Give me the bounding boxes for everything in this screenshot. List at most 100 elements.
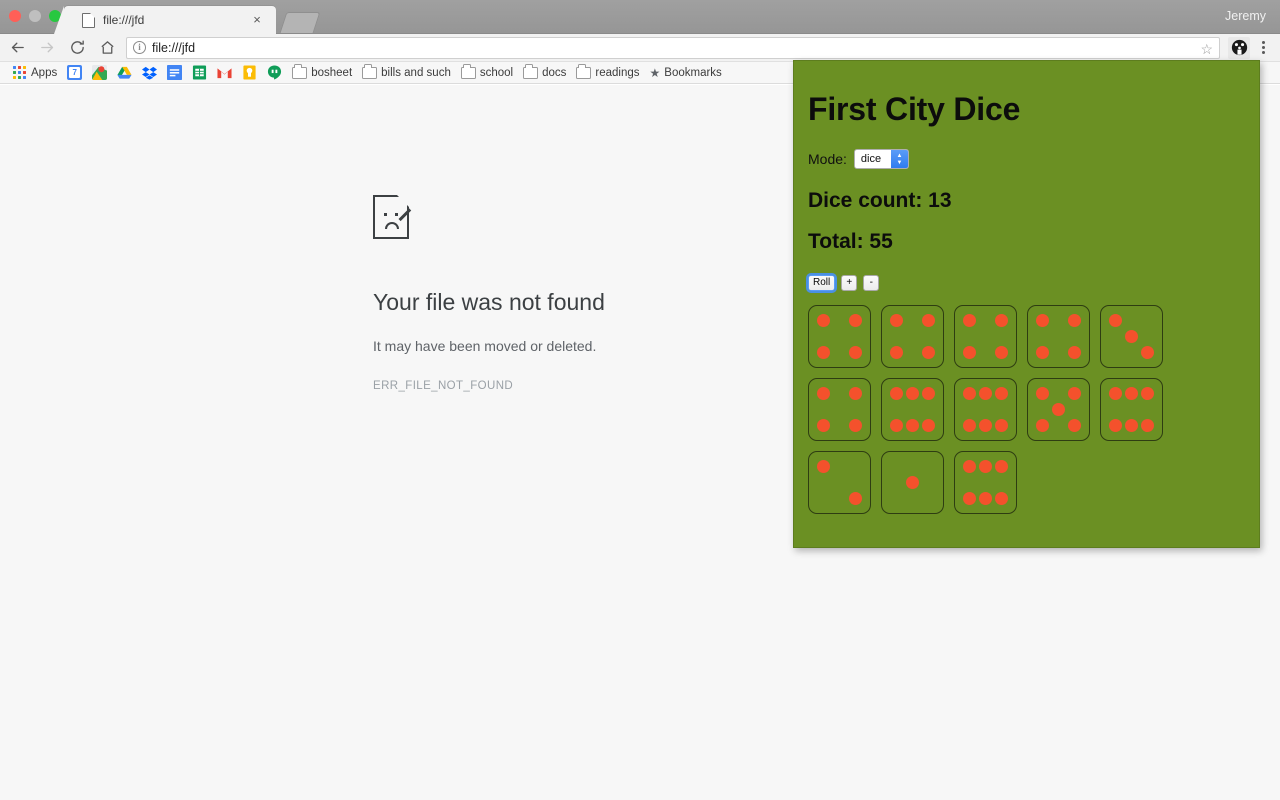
browser-menu-button[interactable] — [1252, 36, 1274, 60]
die-pip — [905, 475, 919, 489]
bookmark-google-maps[interactable] — [87, 63, 112, 83]
die-pip — [1141, 346, 1155, 360]
mode-select-value: dice — [860, 153, 882, 165]
dropbox-icon — [142, 65, 158, 80]
folder-icon — [576, 64, 592, 79]
bookmark-folder-bosheet[interactable]: bosheet — [287, 63, 357, 83]
bookmark-label: bills and such — [381, 66, 451, 79]
close-window-button[interactable] — [9, 10, 21, 22]
bookmark-label: docs — [542, 66, 567, 79]
die-pip — [962, 313, 976, 327]
bookmark-folder-school[interactable]: school — [456, 63, 518, 83]
die-pip — [1124, 419, 1138, 433]
reload-button[interactable] — [64, 35, 90, 61]
bookmark-folder-bills-and-such[interactable]: bills and such — [357, 63, 456, 83]
die-pip — [849, 386, 863, 400]
die-pip — [1124, 329, 1138, 343]
controls-row: Roll + - — [805, 273, 1259, 293]
first-city-dice-popup: First City Dice Mode: dice ▲ ▼ Dice count… — [793, 60, 1260, 548]
bookmark-star-icon[interactable]: ☆ — [1200, 41, 1213, 58]
die — [1027, 378, 1090, 441]
folder-icon — [362, 64, 378, 79]
die-pip — [1108, 313, 1122, 327]
google-drive-icon — [117, 65, 132, 80]
bookmark-folder-bookmarks[interactable]: ★ Bookmarks — [645, 63, 727, 83]
google-calendar-icon: 7 — [67, 65, 83, 80]
die-pip — [889, 419, 903, 433]
die-pip — [1035, 386, 1049, 400]
browser-window: file:///jfd × Jeremy i file:///jfd ☆ App… — [0, 0, 1280, 800]
die-pip — [849, 313, 863, 327]
bookmark-google-drive[interactable] — [112, 63, 137, 83]
die — [881, 451, 944, 514]
url-text: file:///jfd — [152, 40, 196, 55]
die-pip — [995, 386, 1009, 400]
die-pip — [1108, 419, 1122, 433]
popup-title: First City Dice — [808, 91, 1021, 127]
die-pip — [1068, 419, 1082, 433]
die-pip — [889, 313, 903, 327]
die-pip — [1141, 386, 1155, 400]
die-pip — [995, 419, 1009, 433]
die-pip — [1141, 419, 1155, 433]
die-pip — [1035, 313, 1049, 327]
profile-name-label[interactable]: Jeremy — [1225, 9, 1266, 23]
bookmark-folder-readings[interactable]: readings — [571, 63, 644, 83]
bookmark-google-calendar[interactable]: 7 — [62, 63, 87, 83]
bookmark-google-keep[interactable] — [237, 63, 262, 83]
minimize-window-button[interactable] — [29, 10, 41, 22]
star-icon: ★ — [649, 65, 661, 80]
die-pip — [816, 459, 830, 473]
die — [808, 451, 871, 514]
add-die-button[interactable]: + — [841, 275, 858, 291]
bookmark-gmail[interactable] — [212, 63, 237, 83]
die-pip — [816, 346, 830, 360]
bookmark-label: school — [479, 66, 514, 79]
roll-button[interactable]: Roll — [805, 273, 838, 293]
home-button[interactable] — [94, 35, 120, 61]
die-pip — [922, 346, 936, 360]
die-pip — [1068, 386, 1082, 400]
die-pip — [962, 492, 976, 506]
die-pip — [962, 346, 976, 360]
close-icon[interactable]: × — [250, 13, 264, 27]
die-pip — [995, 313, 1009, 327]
die-pip — [962, 459, 976, 473]
title-bar: file:///jfd × Jeremy — [0, 0, 1280, 34]
forward-button[interactable] — [34, 35, 60, 61]
die-pip — [1124, 386, 1138, 400]
google-maps-icon — [92, 65, 108, 80]
die — [808, 378, 871, 441]
remove-die-button[interactable]: - — [863, 275, 880, 291]
bookmark-google-hangouts[interactable] — [262, 63, 287, 83]
folder-icon — [460, 64, 476, 79]
die — [881, 378, 944, 441]
bookmark-folder-docs[interactable]: docs — [518, 63, 571, 83]
bookmark-google-sheets[interactable] — [187, 63, 212, 83]
die-pip — [1035, 419, 1049, 433]
page-favicon-icon — [82, 12, 95, 28]
die-pip — [1051, 402, 1065, 416]
bookmark-label: Bookmarks — [664, 66, 722, 79]
new-tab-button[interactable] — [279, 12, 321, 33]
google-hangouts-icon — [267, 65, 282, 80]
page-info-icon[interactable]: i — [133, 41, 146, 54]
chevron-updown-icon: ▲ ▼ — [890, 150, 908, 168]
die — [954, 305, 1017, 368]
google-keep-icon — [242, 65, 257, 80]
browser-tab[interactable]: file:///jfd × — [54, 6, 276, 34]
first-city-dice-extension-icon[interactable] — [1228, 36, 1250, 59]
bookmark-dropbox[interactable] — [137, 63, 162, 83]
die-pip — [905, 419, 919, 433]
die-pip — [816, 419, 830, 433]
bookmark-google-keep-notes[interactable] — [162, 63, 187, 83]
die-pip — [962, 386, 976, 400]
bookmark-apps[interactable]: Apps — [8, 63, 62, 83]
die-pip — [978, 492, 992, 506]
die — [1027, 305, 1090, 368]
back-button[interactable] — [4, 35, 30, 61]
die-pip — [922, 386, 936, 400]
address-bar[interactable]: i file:///jfd ☆ — [126, 36, 1220, 59]
mode-select[interactable]: dice ▲ ▼ — [853, 149, 909, 169]
tab-title: file:///jfd — [103, 13, 145, 27]
